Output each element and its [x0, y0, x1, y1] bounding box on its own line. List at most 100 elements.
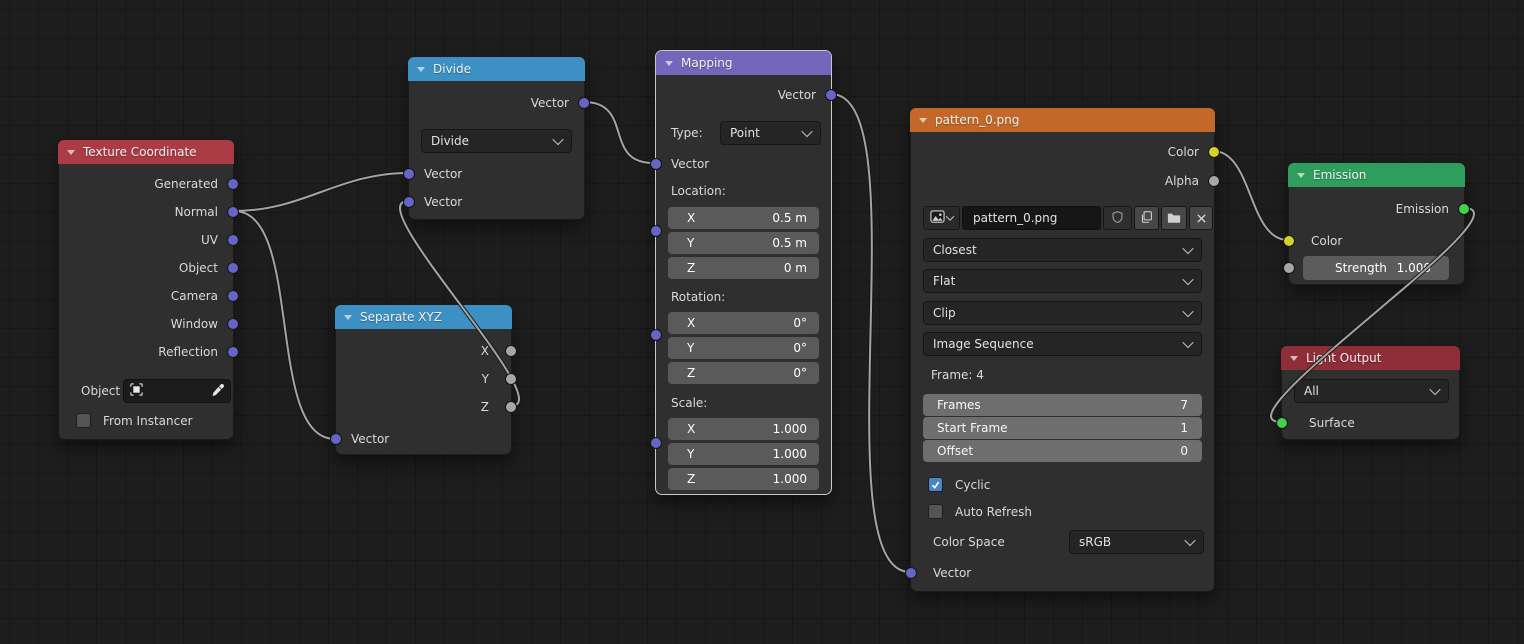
socket-output-vector[interactable]	[578, 97, 590, 109]
socket-output-object[interactable]	[227, 262, 239, 274]
socket-output-emission[interactable]	[1458, 203, 1470, 215]
color-space-value: sRGB	[1079, 535, 1111, 549]
projection-value: Flat	[933, 274, 955, 288]
node-image-texture[interactable]: pattern_0.png Color Alpha pattern_0.png	[910, 108, 1215, 592]
scale-z-field[interactable]: Z1.000	[668, 468, 819, 490]
eyedropper-icon[interactable]	[211, 382, 225, 401]
extension-dropdown[interactable]: Clip	[923, 301, 1202, 325]
node-editor-canvas[interactable]: Texture Coordinate Generated Normal UV O…	[0, 0, 1524, 644]
output-row: Generated	[59, 170, 233, 198]
socket-input-vector[interactable]	[330, 433, 342, 445]
node-title: Texture Coordinate	[83, 145, 197, 159]
socket-input-vector-2[interactable]	[403, 196, 415, 208]
node-mapping[interactable]: Mapping Vector Type: Point Vector Locati…	[655, 50, 832, 495]
socket-output-z[interactable]	[505, 401, 517, 413]
node-light-output[interactable]: Light Output All Surface	[1281, 346, 1460, 440]
scale-x-field[interactable]: X1.000	[668, 418, 819, 440]
chevron-down-icon	[1184, 535, 1195, 546]
socket-input-scale[interactable]	[650, 437, 662, 449]
node-separate-xyz[interactable]: Separate XYZ X Y Z Vector	[335, 305, 512, 455]
socket-output-y[interactable]	[505, 373, 517, 385]
axis-value: 1.000	[773, 447, 807, 461]
object-picker-field[interactable]	[123, 379, 231, 403]
socket-output-generated[interactable]	[227, 178, 239, 190]
unlink-image-button[interactable]	[1189, 206, 1213, 230]
input-label-vector-2: Vector	[409, 195, 462, 209]
axis-label: X	[680, 422, 695, 436]
rotation-y-field[interactable]: Y0°	[668, 337, 819, 359]
target-dropdown-value: All	[1304, 384, 1319, 398]
node-header-light-output[interactable]: Light Output	[1281, 346, 1460, 370]
strength-field[interactable]: Strength 1.000	[1303, 256, 1449, 280]
auto-refresh-checkbox[interactable]	[928, 504, 943, 519]
projection-dropdown[interactable]: Flat	[923, 269, 1202, 293]
socket-input-vector-1[interactable]	[403, 168, 415, 180]
socket-input-location[interactable]	[650, 225, 662, 237]
socket-input-surface[interactable]	[1276, 417, 1288, 429]
node-divide[interactable]: Divide Vector Divide Vector Vector	[408, 57, 585, 220]
node-texture-coordinate[interactable]: Texture Coordinate Generated Normal UV O…	[58, 140, 234, 440]
frames-field[interactable]: Frames7	[923, 394, 1202, 416]
socket-input-vector[interactable]	[905, 567, 917, 579]
open-image-button[interactable]	[1161, 206, 1187, 230]
image-browse-button[interactable]	[923, 206, 960, 230]
start-frame-field[interactable]: Start Frame1	[923, 417, 1202, 439]
socket-input-vector[interactable]	[650, 158, 662, 170]
collapse-arrow-icon[interactable]	[1290, 356, 1298, 361]
socket-output-alpha[interactable]	[1208, 175, 1220, 187]
type-dropdown[interactable]: Point	[720, 121, 821, 145]
socket-output-color[interactable]	[1208, 146, 1220, 158]
interpolation-dropdown[interactable]: Closest	[923, 238, 1202, 262]
collapse-arrow-icon[interactable]	[665, 61, 673, 66]
duplicate-image-button[interactable]	[1134, 206, 1159, 230]
socket-output-reflection[interactable]	[227, 346, 239, 358]
node-header-texture-coordinate[interactable]: Texture Coordinate	[58, 140, 234, 164]
output-row: Z	[336, 393, 511, 421]
from-instancer-checkbox[interactable]	[76, 413, 91, 428]
output-label-generated: Generated	[154, 177, 233, 191]
axis-label: X	[680, 316, 695, 330]
node-header-image-texture[interactable]: pattern_0.png	[910, 108, 1215, 132]
chevron-down-icon	[552, 134, 563, 145]
socket-output-camera[interactable]	[227, 290, 239, 302]
offset-field[interactable]: Offset0	[923, 440, 1202, 462]
node-emission[interactable]: Emission Emission Color Strength 1.000	[1288, 163, 1465, 285]
collapse-arrow-icon[interactable]	[919, 118, 927, 123]
output-row: Object	[59, 254, 233, 282]
node-header-divide[interactable]: Divide	[408, 57, 585, 81]
node-title: Emission	[1313, 168, 1366, 182]
location-z-field[interactable]: Z0 m	[668, 257, 819, 279]
target-dropdown[interactable]: All	[1294, 379, 1449, 403]
socket-output-normal[interactable]	[227, 206, 239, 218]
scale-y-field[interactable]: Y1.000	[668, 443, 819, 465]
socket-output-x[interactable]	[505, 345, 517, 357]
frame-label: Frame: 4	[931, 365, 984, 385]
operation-dropdown[interactable]: Divide	[421, 129, 572, 153]
collapse-arrow-icon[interactable]	[417, 67, 425, 72]
socket-input-strength[interactable]	[1283, 262, 1295, 274]
axis-label: Y	[680, 341, 694, 355]
type-dropdown-value: Point	[730, 126, 760, 140]
collapse-arrow-icon[interactable]	[344, 315, 352, 320]
image-name-field[interactable]: pattern_0.png	[962, 206, 1101, 230]
fake-user-button[interactable]	[1103, 206, 1132, 230]
collapse-arrow-icon[interactable]	[67, 150, 75, 155]
socket-input-rotation[interactable]	[650, 329, 662, 341]
cyclic-checkbox[interactable]	[928, 477, 943, 492]
output-row: Normal	[59, 198, 233, 226]
rotation-x-field[interactable]: X0°	[668, 312, 819, 334]
rotation-z-field[interactable]: Z0°	[668, 362, 819, 384]
node-header-emission[interactable]: Emission	[1288, 163, 1465, 187]
socket-output-uv[interactable]	[227, 234, 239, 246]
location-y-field[interactable]: Y0.5 m	[668, 232, 819, 254]
collapse-arrow-icon[interactable]	[1297, 173, 1305, 178]
socket-input-color[interactable]	[1283, 235, 1295, 247]
socket-output-vector[interactable]	[825, 89, 837, 101]
location-x-field[interactable]: X0.5 m	[668, 207, 819, 229]
socket-output-window[interactable]	[227, 318, 239, 330]
source-dropdown[interactable]: Image Sequence	[923, 332, 1202, 356]
axis-label: Y	[680, 236, 694, 250]
color-space-dropdown[interactable]: sRGB	[1069, 530, 1204, 554]
node-header-mapping[interactable]: Mapping	[656, 51, 831, 75]
node-header-separate-xyz[interactable]: Separate XYZ	[335, 305, 512, 329]
